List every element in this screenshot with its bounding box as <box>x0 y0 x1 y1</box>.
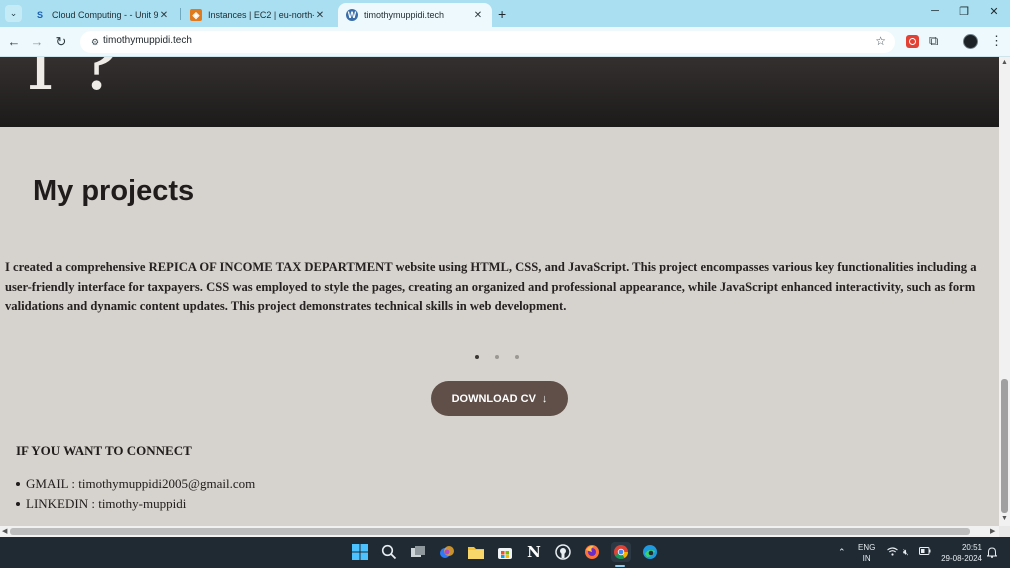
region-code: IN <box>862 554 871 563</box>
copilot-icon[interactable] <box>437 542 457 562</box>
wordpress-icon: W <box>346 9 358 21</box>
input-language[interactable]: ENG IN <box>858 542 875 564</box>
tab-timothymuppidi[interactable]: W timothymuppidi.tech ✕ <box>338 3 492 27</box>
close-window-icon[interactable]: ✕ <box>984 5 1004 18</box>
wifi-icon[interactable] <box>887 547 898 558</box>
download-arrow-icon: ↓ <box>541 392 548 405</box>
minimize-icon[interactable]: ─ <box>925 5 945 17</box>
connect-heading: IF YOU WANT TO CONNECT <box>16 443 192 458</box>
tab-favicon-icon: ◈ <box>190 9 202 21</box>
download-cv-label: DOWNLOAD CV <box>451 392 536 405</box>
hero-heading-fragment: I ? <box>26 57 119 107</box>
language-code: ENG <box>858 543 876 552</box>
extensions-puzzle-icon[interactable]: ⧉ <box>929 33 938 49</box>
close-tab-icon[interactable]: ✕ <box>472 10 484 21</box>
scrollbar-corner <box>999 526 1010 537</box>
download-cv-button[interactable]: DOWNLOAD CV ↓ <box>431 381 568 416</box>
microsoft-store-icon[interactable] <box>495 542 515 562</box>
tab-title: timothymuppidi.tech <box>364 10 445 20</box>
task-view-icon[interactable] <box>408 542 428 562</box>
browser-toolbar: ← → ↻ ⚙ timothymuppidi.tech ☆ <box>0 27 1010 57</box>
profile-avatar[interactable] <box>963 34 978 49</box>
horizontal-scroll-thumb[interactable] <box>10 528 970 535</box>
carousel-dot-3[interactable] <box>515 355 519 359</box>
carousel-dots <box>475 355 519 359</box>
new-tab-icon[interactable]: + <box>498 6 506 22</box>
tab-strip: ⌄ S Cloud Computing - - Unit 9 - W ✕ ◈ I… <box>0 0 1010 27</box>
clock-time: 20:51 <box>961 543 982 552</box>
notification-bell-icon[interactable] <box>986 547 998 560</box>
carousel-dot-1[interactable] <box>475 355 479 359</box>
tab-search-button[interactable]: ⌄ <box>5 5 22 22</box>
system-clock[interactable]: 20:51 29-08-2024 <box>938 542 982 564</box>
page-viewport: I ? My projects I created a comprehensiv… <box>0 57 999 526</box>
restore-icon[interactable]: ❐ <box>954 5 974 18</box>
horizontal-scrollbar[interactable]: ◀ ▶ <box>0 526 999 537</box>
tab-divider <box>180 8 181 20</box>
windows-start-icon[interactable] <box>350 542 370 562</box>
forward-icon[interactable]: → <box>29 34 45 49</box>
vertical-scrollbar[interactable]: ▲ ▼ <box>999 57 1010 526</box>
contact-list: GMAIL : timothymuppidi2005@gmail.com LIN… <box>16 474 255 514</box>
active-app-indicator <box>615 565 625 567</box>
tab-ec2-instances[interactable]: ◈ Instances | EC2 | eu-north-1 ✕ <box>182 3 334 27</box>
search-icon[interactable] <box>379 542 399 562</box>
back-icon[interactable]: ← <box>6 34 22 49</box>
file-explorer-icon[interactable] <box>466 542 486 562</box>
show-hidden-icons-chevron-icon[interactable]: ⌃ <box>838 547 846 558</box>
scroll-up-arrow-icon[interactable]: ▲ <box>1000 59 1009 66</box>
windows-taskbar: N ⌃ ENG IN 🔇︎ 20:51 29-08-2024 <box>0 537 1010 568</box>
tab-title: Instances | EC2 | eu-north-1 <box>208 10 314 20</box>
address-bar[interactable]: ⚙ timothymuppidi.tech ☆ <box>80 31 895 53</box>
edge-icon[interactable] <box>640 542 660 562</box>
contact-linkedin: LINKEDIN : timothy-muppidi <box>16 494 255 514</box>
tab-title: Cloud Computing - - Unit 9 - W <box>52 10 158 20</box>
tab-favicon-icon: S <box>36 10 43 20</box>
tab-cloud-computing[interactable]: S Cloud Computing - - Unit 9 - W ✕ <box>26 3 178 27</box>
volume-muted-icon[interactable]: 🔇︎ <box>903 547 909 558</box>
carousel-dot-2[interactable] <box>495 355 499 359</box>
menu-kebab-icon[interactable]: ⋮ <box>990 33 1003 49</box>
github-icon[interactable] <box>553 542 573 562</box>
bookmark-star-icon[interactable]: ☆ <box>875 34 886 48</box>
close-tab-icon[interactable]: ✕ <box>314 10 326 21</box>
vertical-scroll-thumb[interactable] <box>1001 379 1008 513</box>
battery-icon[interactable] <box>919 547 931 557</box>
scroll-down-arrow-icon[interactable]: ▼ <box>1000 515 1009 522</box>
extension-icon[interactable] <box>906 35 919 48</box>
chrome-icon[interactable] <box>611 542 631 562</box>
site-info-icon[interactable]: ⚙ <box>88 35 102 49</box>
reload-icon[interactable]: ↻ <box>53 34 69 50</box>
project-description: I created a comprehensive REPICA OF INCO… <box>5 260 977 313</box>
clock-date: 29-08-2024 <box>941 554 982 563</box>
close-tab-icon[interactable]: ✕ <box>158 10 170 21</box>
url-text[interactable]: timothymuppidi.tech <box>103 35 192 46</box>
firefox-icon[interactable] <box>582 542 602 562</box>
projects-heading: My projects <box>33 175 195 207</box>
scroll-left-arrow-icon[interactable]: ◀ <box>2 527 7 535</box>
notion-icon[interactable]: N <box>524 542 544 562</box>
hero-section: I ? <box>0 57 999 127</box>
scroll-right-arrow-icon[interactable]: ▶ <box>990 527 995 535</box>
contact-gmail: GMAIL : timothymuppidi2005@gmail.com <box>16 474 255 494</box>
